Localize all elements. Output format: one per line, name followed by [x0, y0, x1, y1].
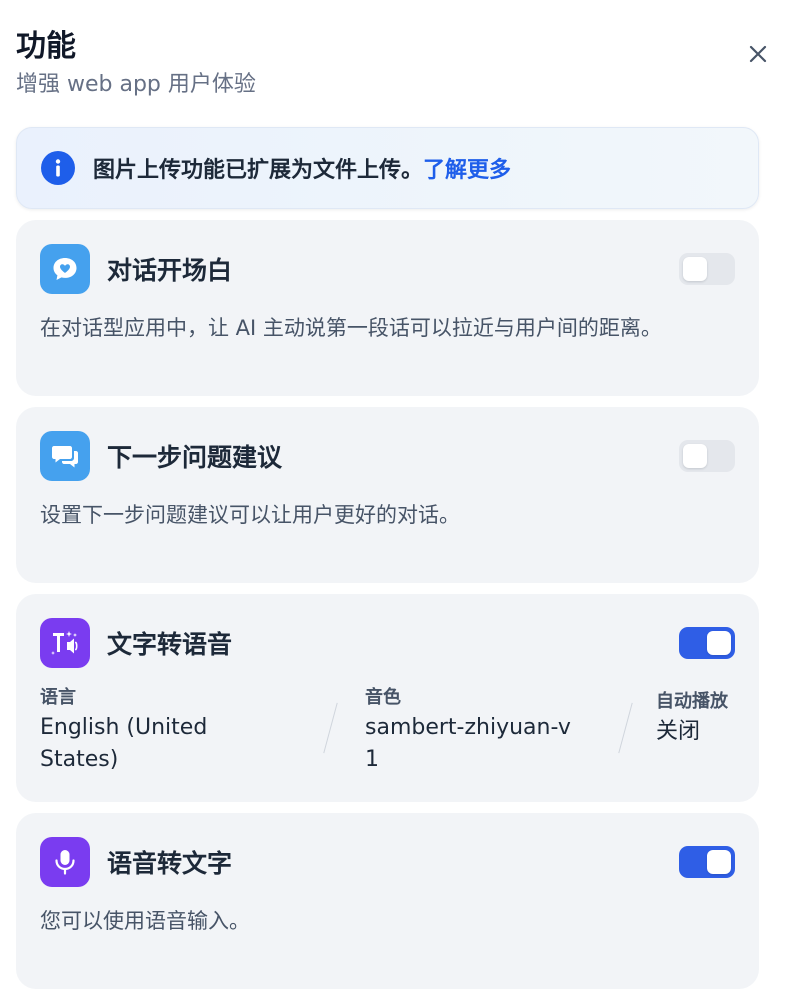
speech-to-text-toggle[interactable]	[679, 846, 735, 878]
language-value: English (United States)	[40, 715, 208, 772]
autoplay-label: 自动播放	[656, 691, 728, 712]
text-to-speech-toggle[interactable]	[679, 627, 735, 659]
toggle-knob	[707, 850, 731, 874]
chat-bubble-heart-icon	[40, 244, 90, 294]
microphone-icon	[40, 837, 90, 887]
voice-label: 音色	[365, 687, 401, 708]
info-icon	[41, 151, 75, 185]
toggle-knob	[683, 444, 707, 468]
page-title: 功能	[16, 29, 76, 64]
notice-text: 图片上传功能已扩展为文件上传。了解更多	[93, 158, 512, 183]
chat-suggestions-icon	[40, 431, 90, 481]
autoplay-setting[interactable]: 自动播放 关闭	[656, 690, 728, 748]
upload-notice-banner: 图片上传功能已扩展为文件上传。了解更多	[16, 127, 759, 209]
opening-statement-toggle[interactable]	[679, 253, 735, 285]
language-setting[interactable]: 语言 English (United States)	[40, 686, 240, 776]
feature-card-text-to-speech: 文字转语音 语言 English (United States) 音色 samb…	[16, 594, 759, 802]
feature-title: 文字转语音	[107, 630, 233, 659]
close-button[interactable]	[742, 38, 774, 70]
voice-setting[interactable]: 音色 sambert-zhiyuan-v1	[365, 686, 580, 776]
language-label: 语言	[40, 687, 76, 708]
toggle-knob	[683, 257, 707, 281]
learn-more-link[interactable]: 了解更多	[423, 158, 511, 183]
divider	[618, 702, 633, 754]
feature-description: 您可以使用语音输入。	[40, 909, 250, 933]
suggested-questions-toggle[interactable]	[679, 440, 735, 472]
feature-card-suggested-questions: 下一步问题建议 设置下一步问题建议可以让用户更好的对话。	[16, 407, 759, 583]
panel-header: 功能 增强 web app 用户体验	[16, 28, 774, 108]
voice-value: sambert-zhiyuan-v1	[365, 715, 571, 772]
divider	[323, 702, 338, 754]
text-to-speech-icon	[40, 618, 90, 668]
feature-title: 对话开场白	[107, 256, 233, 285]
toggle-knob	[707, 631, 731, 655]
tts-settings: 语言 English (United States) 音色 sambert-zh…	[40, 686, 735, 776]
feature-title: 下一步问题建议	[107, 443, 283, 472]
page-subtitle: 增强 web app 用户体验	[16, 72, 256, 97]
close-icon	[749, 45, 767, 63]
feature-card-speech-to-text: 语音转文字 您可以使用语音输入。	[16, 813, 759, 989]
feature-description: 设置下一步问题建议可以让用户更好的对话。	[40, 503, 460, 527]
feature-description: 在对话型应用中，让 AI 主动说第一段话可以拉近与用户间的距离。	[40, 316, 662, 340]
feature-card-opening-statement: 对话开场白 在对话型应用中，让 AI 主动说第一段话可以拉近与用户间的距离。	[16, 220, 759, 396]
autoplay-value: 关闭	[656, 719, 701, 744]
feature-title: 语音转文字	[107, 849, 233, 878]
